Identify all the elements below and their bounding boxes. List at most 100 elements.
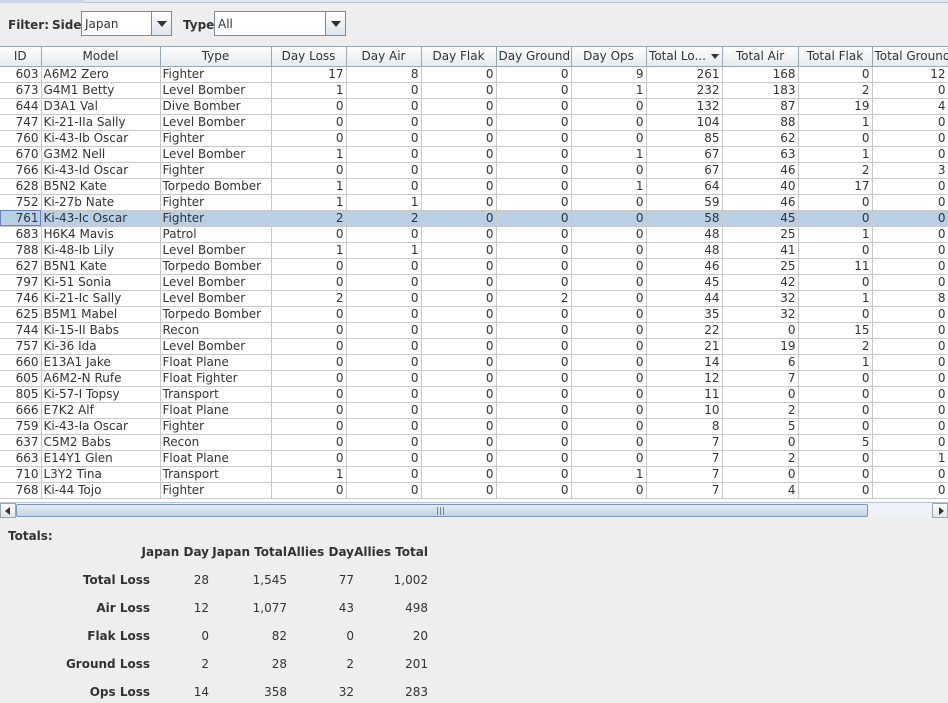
totals-value: 1,077 <box>252 601 287 615</box>
table-cell: Ki-43-Ic Oscar <box>41 210 161 227</box>
column-header[interactable]: Total Ground <box>872 47 948 67</box>
totals-value: 14 <box>193 685 209 699</box>
table-cell: Float Fighter <box>160 370 272 387</box>
column-header[interactable]: Total Air <box>722 47 799 67</box>
table-cell: 7 <box>646 482 723 499</box>
table-cell: 168 <box>722 66 799 83</box>
table-row[interactable]: 757 Ki-36 Ida Level Bomber 0 0 0 0 0 21 19 2 0 <box>0 338 948 355</box>
table-cell: 1 <box>271 146 347 163</box>
table-cell: 2 <box>722 402 799 419</box>
table-cell: 0 <box>571 162 647 179</box>
column-header[interactable]: Day Ground <box>496 47 572 67</box>
type-dropdown-button[interactable] <box>325 12 345 35</box>
table-row[interactable]: 752 Ki-27b Nate Fighter 1 1 0 0 0 59 46 0 0 <box>0 194 948 211</box>
table-row[interactable]: 603 A6M2 Zero Fighter 17 8 0 0 9 261 168 0 12 <box>0 66 948 83</box>
table-row[interactable]: 627 B5N1 Kate Torpedo Bomber 0 0 0 0 0 46 25 11 0 <box>0 258 948 275</box>
totals-value: 28 <box>193 573 209 587</box>
table-cell: 0 <box>496 66 572 83</box>
table-cell: 0 <box>346 466 422 483</box>
table-row[interactable]: 760 Ki-43-Ib Oscar Fighter 0 0 0 0 0 85 62 0 0 <box>0 130 948 147</box>
type-dropdown[interactable]: All <box>214 11 346 36</box>
table-cell: 21 <box>646 338 723 355</box>
column-header[interactable]: Total Flak <box>798 47 873 67</box>
column-header[interactable]: Day Loss <box>271 47 347 67</box>
table-row[interactable]: 797 Ki-51 Sonia Level Bomber 0 0 0 0 0 45 42 0 0 <box>0 274 948 291</box>
column-header[interactable]: Day Air <box>346 47 422 67</box>
table-row[interactable]: 666 E7K2 Alf Float Plane 0 0 0 0 0 10 2 0 0 <box>0 402 948 419</box>
column-header[interactable]: Type <box>160 47 272 67</box>
table-cell: 10 <box>646 402 723 419</box>
table-cell: 0 <box>872 82 948 99</box>
table-cell: 747 <box>0 114 42 131</box>
table-row[interactable]: 644 D3A1 Val Dive Bomber 0 0 0 0 0 132 87 19 4 <box>0 98 948 115</box>
table-cell: 0 <box>872 146 948 163</box>
top-tab-strip <box>0 0 948 3</box>
table-row[interactable]: 759 Ki-43-Ia Oscar Fighter 0 0 0 0 0 8 5 0 0 <box>0 418 948 435</box>
table-row[interactable]: 746 Ki-21-Ic Sally Level Bomber 2 0 0 2 0 44 32 1 8 <box>0 290 948 307</box>
scroll-right-button[interactable] <box>932 503 948 518</box>
table-cell: 628 <box>0 178 42 195</box>
table-row[interactable]: 710 L3Y2 Tina Transport 1 0 0 0 1 7 0 0 0 <box>0 466 948 483</box>
table-cell: 1 <box>872 450 948 467</box>
table-row[interactable]: 766 Ki-43-Id Oscar Fighter 0 0 0 0 0 67 46 2 3 <box>0 162 948 179</box>
table-row[interactable]: 761 Ki-43-Ic Oscar Fighter 2 2 0 0 0 58 45 0 0 <box>0 210 948 227</box>
table-cell: L3Y2 Tina <box>41 466 161 483</box>
horizontal-scrollbar[interactable] <box>0 502 948 518</box>
table-cell: 0 <box>872 274 948 291</box>
column-header-label: Day Flak <box>432 49 485 64</box>
table-cell: 132 <box>646 98 723 115</box>
table-cell: 8 <box>872 290 948 307</box>
table-row[interactable]: 625 B5M1 Mabel Torpedo Bomber 0 0 0 0 0 35 32 0 0 <box>0 306 948 323</box>
column-header[interactable]: Total Lo... <box>646 47 723 67</box>
totals-row-label: Ops Loss <box>89 685 150 699</box>
table-cell: 0 <box>798 482 873 499</box>
table-row[interactable]: 660 E13A1 Jake Float Plane 0 0 0 0 0 14 6 1 0 <box>0 354 948 371</box>
table-cell: 25 <box>722 258 799 275</box>
table-row[interactable]: 788 Ki-48-Ib Lily Level Bomber 1 1 0 0 0 48 41 0 0 <box>0 242 948 259</box>
table-cell: 14 <box>646 354 723 371</box>
table-cell: 0 <box>798 450 873 467</box>
column-header[interactable]: Model <box>41 47 161 67</box>
table-cell: 666 <box>0 402 42 419</box>
column-header[interactable]: Day Ops <box>571 47 647 67</box>
scrollbar-thumb[interactable] <box>16 504 868 517</box>
table-cell: 644 <box>0 98 42 115</box>
table-cell: 0 <box>798 370 873 387</box>
table-cell: 0 <box>421 66 497 83</box>
table-cell: 0 <box>271 402 347 419</box>
table-cell: 0 <box>798 242 873 259</box>
side-dropdown[interactable]: Japan <box>81 11 172 36</box>
table-row[interactable]: 805 Ki-57-I Topsy Transport 0 0 0 0 0 11 0 0 0 <box>0 386 948 403</box>
totals-value: 20 <box>412 629 428 643</box>
table-cell: 12 <box>872 66 948 83</box>
table-row[interactable]: 670 G3M2 Nell Level Bomber 1 0 0 0 1 67 63 1 0 <box>0 146 948 163</box>
scroll-left-button[interactable] <box>0 503 16 518</box>
table-row[interactable]: 663 E14Y1 Glen Float Plane 0 0 0 0 0 7 2 0 1 <box>0 450 948 467</box>
table-cell: G4M1 Betty <box>41 82 161 99</box>
table-cell: 17 <box>271 66 347 83</box>
table-cell: 64 <box>646 178 723 195</box>
table-cell: 0 <box>421 274 497 291</box>
table-row[interactable]: 673 G4M1 Betty Level Bomber 1 0 0 0 1 232 183 2 0 <box>0 82 948 99</box>
table-row[interactable]: 768 Ki-44 Tojo Fighter 0 0 0 0 0 7 4 0 0 <box>0 482 948 499</box>
table-cell: 0 <box>571 194 647 211</box>
table-cell: 0 <box>798 66 873 83</box>
column-header-label: Day Air <box>361 49 406 64</box>
table-cell: 0 <box>722 434 799 451</box>
totals-value: 358 <box>264 685 287 699</box>
table-cell: 0 <box>496 482 572 499</box>
column-header[interactable]: Day Flak <box>421 47 497 67</box>
chevron-down-icon <box>331 21 341 27</box>
table-row[interactable]: 628 B5N2 Kate Torpedo Bomber 1 0 0 0 1 64 40 17 0 <box>0 178 948 195</box>
table-row[interactable]: 747 Ki-21-IIa Sally Level Bomber 0 0 0 0 0 104 88… <box>0 114 948 131</box>
losses-table-container[interactable]: ID Model Type Day Loss Day Air Day Flak Day Gr… <box>0 46 948 518</box>
table-cell: 0 <box>496 274 572 291</box>
table-row[interactable]: 637 C5M2 Babs Recon 0 0 0 0 0 7 0 5 0 <box>0 434 948 451</box>
table-cell: H6K4 Mavis <box>41 226 161 243</box>
side-dropdown-button[interactable] <box>151 12 171 35</box>
table-row[interactable]: 744 Ki-15-II Babs Recon 0 0 0 0 0 22 0 15 0 <box>0 322 948 339</box>
table-cell: 0 <box>496 386 572 403</box>
column-header[interactable]: ID <box>0 47 42 67</box>
table-row[interactable]: 605 A6M2-N Rufe Float Fighter 0 0 0 0 0 12 7 0 0 <box>0 370 948 387</box>
table-row[interactable]: 683 H6K4 Mavis Patrol 0 0 0 0 0 48 25 1 0 <box>0 226 948 243</box>
